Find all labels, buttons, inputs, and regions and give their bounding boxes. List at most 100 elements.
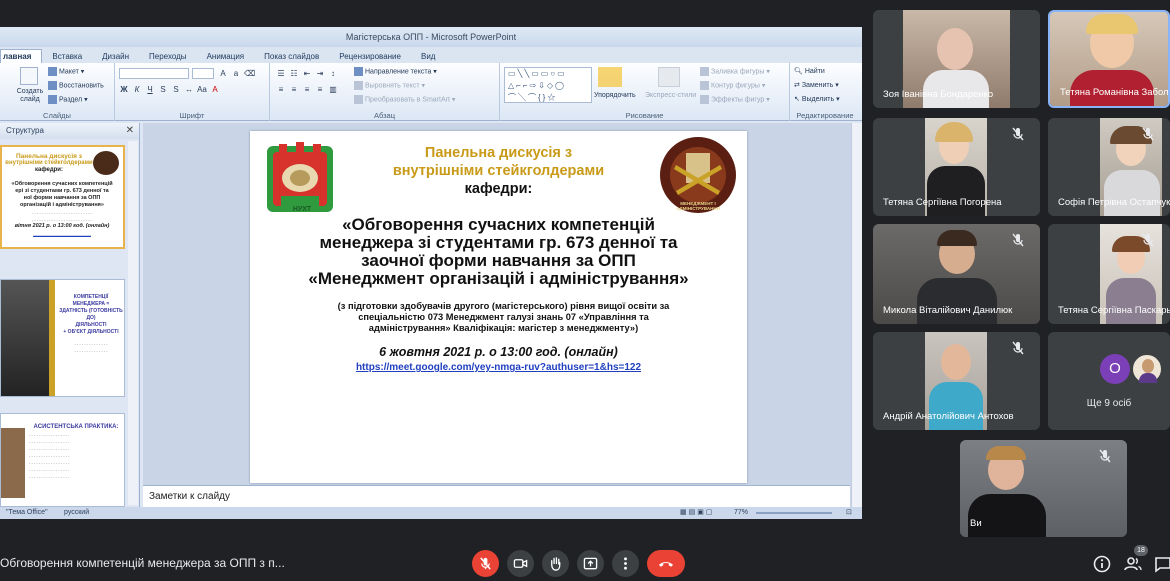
text-direction-button[interactable]: Направление текста ▾ bbox=[354, 67, 437, 76]
arrange-button[interactable]: Упорядочить bbox=[594, 92, 636, 99]
view-buttons-icon[interactable]: ▦▤▣▢ bbox=[680, 507, 714, 519]
align-left-icon[interactable]: ≡ bbox=[276, 85, 286, 95]
self-view-tile[interactable]: Ви bbox=[960, 440, 1127, 537]
slide-thumbnail-2[interactable]: КОМПЕТЕНЦІЇ МЕНЕДЖЕРА = ЗДАТНІСТЬ (ГОТОВ… bbox=[0, 279, 125, 397]
present-screen-button[interactable] bbox=[577, 550, 604, 577]
ppt-ribbon-tabs: лавная Вставка Дизайн Переходы Анимация … bbox=[0, 47, 862, 63]
thumb-photo-image bbox=[1, 428, 25, 498]
slide-meet-link[interactable]: https://meet.google.com/yey-nmga-ruv?aut… bbox=[250, 362, 747, 373]
fit-window-icon[interactable]: ⊡ bbox=[846, 507, 852, 519]
ppt-tab-slideshow[interactable]: Показ слайдов bbox=[254, 50, 329, 63]
ppt-tab-view[interactable]: Вид bbox=[411, 50, 445, 63]
restore-button[interactable]: Восстановить bbox=[48, 81, 104, 90]
ribbon-group-drawing-caption: Рисование bbox=[625, 111, 664, 120]
replace-icon: ⇄ bbox=[794, 82, 800, 89]
camera-button[interactable] bbox=[507, 550, 534, 577]
font-name-box[interactable] bbox=[119, 68, 189, 79]
justify-icon[interactable]: ≡ bbox=[315, 85, 325, 95]
thumb-portrait-image bbox=[1, 280, 49, 396]
participant-tile-2-active-speaker[interactable]: Тетяна Романівна Заболотна bbox=[1048, 10, 1170, 108]
font-color-icon[interactable]: A bbox=[210, 85, 220, 95]
more-options-button[interactable] bbox=[612, 550, 639, 577]
shape-fill-icon bbox=[700, 67, 709, 76]
present-icon bbox=[583, 557, 598, 570]
slide-thumbnail-3[interactable]: АСИСТЕНТСЬКА ПРАКТИКА: - - - - - - - - -… bbox=[0, 413, 125, 507]
underline-icon[interactable]: Ч bbox=[145, 85, 155, 95]
slide-notes-field[interactable]: Заметки к слайду bbox=[143, 485, 850, 507]
meeting-details-button[interactable] bbox=[1092, 554, 1112, 574]
current-slide[interactable]: НУХТ МЕНЕДЖМЕНТ І АДМІНІСТРУВАННЯ Панель… bbox=[250, 131, 747, 483]
slide-scrollbar[interactable] bbox=[851, 123, 862, 507]
italic-icon[interactable]: К bbox=[132, 85, 142, 95]
people-button[interactable] bbox=[1123, 554, 1143, 574]
shapes-gallery[interactable]: ▭╲╲▭▭○▭ △⌐⌐⇨⇩◇◯ ⌒╲⌒{}☆ bbox=[504, 67, 592, 103]
numbering-icon[interactable]: ☷ bbox=[289, 69, 299, 79]
indent-more-icon[interactable]: ⇥ bbox=[315, 69, 325, 79]
arrange-icon[interactable] bbox=[598, 67, 622, 87]
align-center-icon[interactable]: ≡ bbox=[289, 85, 299, 95]
shrink-font-icon[interactable]: a bbox=[231, 69, 241, 79]
participant-tile-4[interactable]: Софія Петрівна Остапчук bbox=[1048, 118, 1170, 216]
shape-effects-button[interactable]: Эффекты фигур ▾ bbox=[700, 95, 770, 104]
close-icon[interactable]: ✕ bbox=[126, 123, 134, 139]
department-logo-text: МЕНЕДЖМЕНТ І АДМІНІСТРУВАННЯ bbox=[676, 201, 720, 211]
layout-button[interactable]: Макет ▾ bbox=[48, 67, 84, 76]
ppt-tab-transitions[interactable]: Переходы bbox=[139, 50, 197, 63]
columns-icon[interactable]: ▥ bbox=[328, 85, 338, 95]
shape-outline-icon bbox=[700, 81, 709, 90]
find-button[interactable]: 🔍︎ Найти bbox=[794, 67, 825, 75]
participant-tile-6[interactable]: Тетяна Сергіївна Паскарь bbox=[1048, 224, 1170, 324]
case-icon[interactable]: Aa bbox=[197, 85, 207, 95]
shadow-icon[interactable]: S bbox=[171, 85, 181, 95]
align-text-button[interactable]: Выровнять текст ▾ bbox=[354, 81, 425, 90]
bold-icon[interactable]: Ж bbox=[119, 85, 129, 95]
section-button[interactable]: Раздел ▾ bbox=[48, 95, 88, 104]
participant-tile-3[interactable]: Тетяна Сергіївна Погорена bbox=[873, 118, 1040, 216]
ppt-tab-design[interactable]: Дизайн bbox=[92, 50, 139, 63]
slide-detail-line2: спеціальністю 073 Менеджмент галузі знан… bbox=[358, 312, 649, 322]
align-text-icon bbox=[354, 81, 363, 90]
ppt-tab-review[interactable]: Рецензирование bbox=[329, 50, 411, 63]
thumb-logo-icon bbox=[93, 151, 119, 175]
ppt-tab-insert[interactable]: Вставка bbox=[42, 50, 92, 63]
participant-tile-7[interactable]: Андрій Анатолійович Антохов bbox=[873, 332, 1040, 430]
participant-tile-5[interactable]: Микола Віталійович Данилюк bbox=[873, 224, 1040, 324]
hang-up-icon bbox=[658, 562, 674, 567]
shape-fill-button[interactable]: Заливка фигуры ▾ bbox=[700, 67, 770, 76]
microphone-button[interactable] bbox=[472, 550, 499, 577]
ppt-tab-home[interactable]: лавная bbox=[0, 49, 43, 63]
meet-stage: Магістерська ОПП - Microsoft PowerPoint … bbox=[0, 0, 1170, 581]
shape-outline-button[interactable]: Контур фигуры ▾ bbox=[700, 81, 765, 90]
new-slide-icon[interactable] bbox=[20, 67, 38, 85]
select-button[interactable]: ↖ Выделить ▾ bbox=[794, 95, 840, 103]
line-spacing-icon[interactable]: ↕ bbox=[328, 69, 338, 79]
leave-call-button[interactable] bbox=[647, 550, 685, 577]
clear-format-icon[interactable]: ⌫ bbox=[244, 69, 255, 79]
quick-styles-button[interactable]: Экспресс-стили bbox=[645, 92, 696, 99]
replace-button[interactable]: ⇄ Заменить ▾ bbox=[794, 81, 839, 89]
quick-styles-icon[interactable] bbox=[658, 67, 680, 87]
participant-name-7: Андрій Анатолійович Антохов bbox=[883, 411, 1014, 422]
spacing-icon[interactable]: ↔ bbox=[184, 85, 194, 95]
bullets-icon[interactable]: ☰ bbox=[276, 69, 286, 79]
ppt-tab-animation[interactable]: Анимация bbox=[197, 50, 255, 63]
indent-less-icon[interactable]: ⇤ bbox=[302, 69, 312, 79]
chat-button[interactable] bbox=[1154, 554, 1170, 574]
slide-thumbnail-1[interactable]: Панельна дискусія з внутрішніми стейкгол… bbox=[0, 145, 125, 249]
video-camera-icon bbox=[513, 559, 528, 568]
people-count-badge: 18 bbox=[1134, 545, 1148, 556]
ribbon-group-drawing: ▭╲╲▭▭○▭ △⌐⌐⇨⇩◇◯ ⌒╲⌒{}☆ Упорядочить Экспрес… bbox=[500, 63, 790, 121]
outline-scrollbar[interactable] bbox=[128, 141, 138, 505]
slide-detail-line1: (з підготовки здобувачів другого (магіст… bbox=[337, 301, 670, 311]
outline-tab[interactable]: Структура ✕ bbox=[0, 123, 139, 139]
align-right-icon[interactable]: ≡ bbox=[302, 85, 312, 95]
strikethrough-icon[interactable]: S bbox=[158, 85, 168, 95]
raise-hand-button[interactable] bbox=[542, 550, 569, 577]
participant-tile-1[interactable]: Зоя Іванівна Бондаренко bbox=[873, 10, 1040, 108]
zoom-slider[interactable] bbox=[756, 512, 832, 514]
more-participants-tile[interactable]: О Ще 9 осіб bbox=[1048, 332, 1170, 430]
create-slide-button[interactable]: Создать слайд bbox=[14, 88, 46, 104]
smartart-button[interactable]: Преобразовать в SmartArt ▾ bbox=[354, 95, 455, 104]
grow-font-icon[interactable]: A bbox=[218, 69, 228, 79]
font-size-box[interactable] bbox=[192, 68, 214, 79]
